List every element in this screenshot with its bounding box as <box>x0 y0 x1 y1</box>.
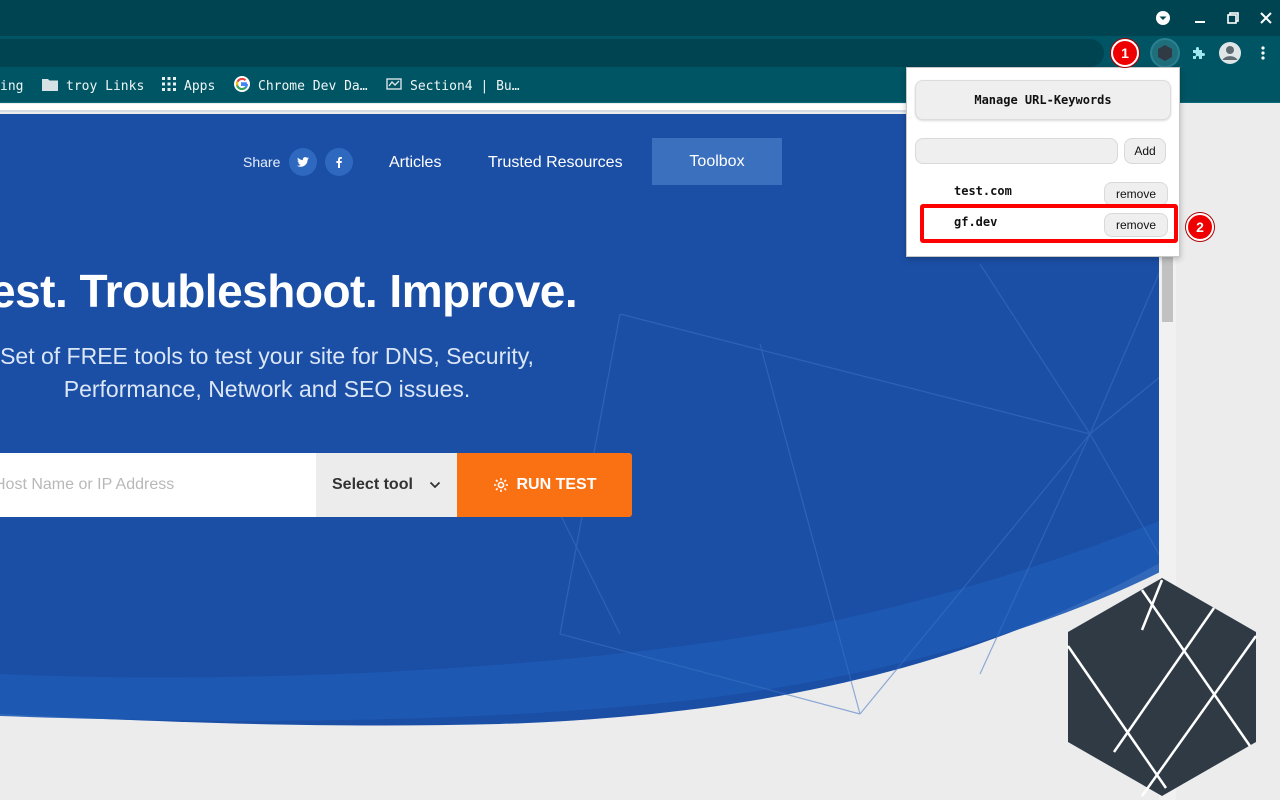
bookmark-chrome-dev[interactable]: Chrome Dev Da… <box>234 76 368 96</box>
extension-hex-icon[interactable] <box>1152 40 1178 66</box>
bookmark-folder-troy-links[interactable]: troy Links <box>42 77 144 95</box>
highlight-annotation-box <box>920 204 1178 243</box>
bookmark-label: Chrome Dev Da… <box>258 78 368 94</box>
address-bar[interactable] <box>0 39 1104 67</box>
share-label: Share <box>243 154 281 170</box>
select-tool-dropdown[interactable]: Select tool <box>316 453 457 517</box>
close-icon[interactable] <box>1256 8 1276 28</box>
bookmark-label: Section4 | Bu… <box>410 78 520 94</box>
extensions-puzzle-icon[interactable] <box>1185 40 1211 66</box>
add-keyword-button[interactable]: Add <box>1124 138 1166 164</box>
gear-icon <box>493 477 509 493</box>
apps-grid-icon <box>162 77 176 95</box>
chevron-down-icon <box>429 481 441 489</box>
keyword-text: test.com <box>954 184 1012 198</box>
hero-subtitle: Set of FREE tools to test your site for … <box>0 340 534 406</box>
bookmark-item[interactable]: ing <box>0 77 23 95</box>
page-scrollbar-thumb[interactable] <box>1162 250 1173 322</box>
hero-subtitle-line-1: Set of FREE tools to test your site for … <box>0 343 534 369</box>
annotation-marker-2: 2 <box>1186 213 1214 241</box>
browser-menu-icon[interactable] <box>1250 40 1276 66</box>
minimize-icon[interactable] <box>1190 8 1210 28</box>
bookmark-section4[interactable]: Section4 | Bu… <box>386 77 520 95</box>
nav-trusted-resources-link[interactable]: Trusted Resources <box>488 154 623 172</box>
hero-subtitle-line-2: Performance, Network and SEO issues. <box>63 376 471 402</box>
title-bar <box>0 0 1280 36</box>
nav-articles-link[interactable]: Articles <box>389 154 441 172</box>
twitter-icon[interactable] <box>289 148 317 176</box>
remove-keyword-button[interactable]: remove <box>1104 182 1168 206</box>
host-search-placeholder: Host Name or IP Address <box>0 476 175 493</box>
bookmark-label: Apps <box>184 78 216 94</box>
profile-avatar-icon[interactable] <box>1217 40 1243 66</box>
nav-toolbox-link[interactable]: Toolbox <box>652 138 782 185</box>
keyword-input[interactable] <box>915 138 1118 164</box>
tab-search-icon[interactable] <box>1153 8 1173 28</box>
google-icon <box>234 76 250 96</box>
annotation-marker-1: 1 <box>1111 39 1139 67</box>
hero-headline: est. Troubleshoot. Improve. <box>0 265 578 317</box>
facebook-icon[interactable] <box>325 148 353 176</box>
run-test-label: RUN TEST <box>516 476 597 493</box>
section4-icon <box>386 77 402 95</box>
bookmark-apps[interactable]: Apps <box>162 77 215 95</box>
bookmark-label: ing <box>0 78 24 94</box>
select-tool-label: Select tool <box>332 476 413 493</box>
run-test-button[interactable]: RUN TEST <box>457 453 632 517</box>
folder-icon <box>42 78 58 95</box>
hexagon-logo <box>1066 578 1258 797</box>
host-search-input[interactable]: Host Name or IP Address <box>0 453 316 517</box>
manage-url-keywords-button[interactable]: Manage URL-Keywords <box>915 80 1171 120</box>
bookmark-label: troy Links <box>66 78 145 94</box>
maximize-icon[interactable] <box>1223 8 1243 28</box>
